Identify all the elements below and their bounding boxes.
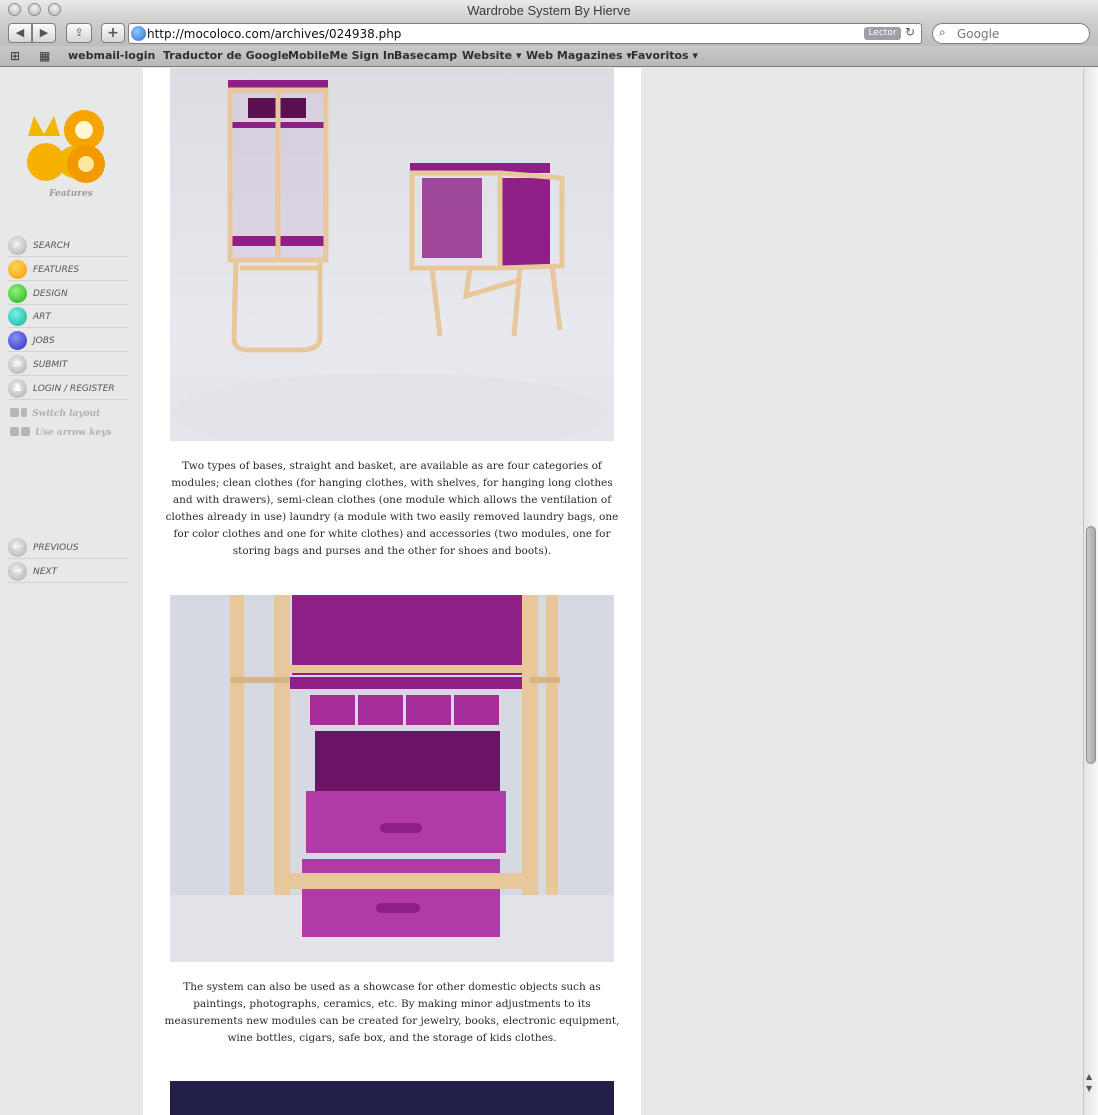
nav-art[interactable]: ART [8,306,128,328]
book-icon[interactable]: ⊞ [10,49,20,63]
scrollbar-thumb[interactable] [1086,526,1096,764]
bookmark-mobileme[interactable]: MobileMe Sign In [288,49,395,62]
logo-caption: Features [49,189,93,199]
nav-submit[interactable]: ≡ SUBMIT [8,354,128,376]
reader-button[interactable]: Lector [864,27,901,40]
features-dot-icon [8,260,27,279]
toolbar: ◀ ▶ ⇪ + http://mocoloco.com/archives/024… [0,21,1098,46]
art-dot-icon [8,307,27,326]
list-icon: ≡ [8,355,27,374]
switch-layout-label: Switch layout [32,409,101,419]
minimize-window-button[interactable] [28,3,41,16]
globe-icon [131,26,146,41]
address-bar[interactable]: http://mocoloco.com/archives/024938.php … [128,23,922,44]
bookmarks-bar: ⊞ ▦ webmail-login Traductor de Google Mo… [0,46,1098,67]
wardrobe-photo-1 [170,68,614,441]
bookmark-favoritos[interactable]: Favoritos ▾ [631,49,698,62]
layout-icon [21,408,27,417]
scroll-down-icon[interactable]: ▼ [1086,1084,1092,1093]
nav-label: SUBMIT [33,360,68,370]
browser-window: Wardrobe System By Hierve ◀ ▶ ⇪ + http:/… [0,0,1098,1115]
nav-label: FEATURES [33,265,80,275]
search-icon: ⌕ [939,25,946,39]
page-scrollbar[interactable]: ▲ ▼ [1083,68,1098,1115]
forward-button[interactable]: ▶ [32,23,56,43]
wardrobe-photo-2 [170,595,614,962]
add-bookmark-button[interactable]: ⇪ [66,23,92,43]
bookmark-website[interactable]: Website ▾ [462,49,521,62]
nav-jobs[interactable]: JOBS [8,330,128,352]
nav-login-register[interactable]: ♟ LOGIN / REGISTER [8,378,128,400]
window-title: Wardrobe System By Hierve [467,3,631,18]
nav-label: SEARCH [33,241,70,251]
close-window-button[interactable] [8,3,21,16]
bookmark-basecamp[interactable]: Basecamp [394,49,457,62]
title-bar: Wardrobe System By Hierve [0,0,1098,21]
jobs-dot-icon [8,331,27,350]
bookmark-webmail-login[interactable]: webmail-login [68,49,155,62]
search-icon: ⌕ [8,236,27,255]
nav-features[interactable]: FEATURES [8,259,128,281]
nav-next[interactable]: → NEXT [8,561,128,583]
reload-icon[interactable]: ↻ [905,25,915,39]
search-field[interactable]: ⌕ [932,23,1090,44]
nav-label: LOGIN / REGISTER [33,384,115,394]
search-input[interactable] [957,25,1085,42]
web-page: Features ⌕ SEARCH FEATURES DESIGN ART JO… [0,68,1083,1115]
back-button[interactable]: ◀ [8,23,32,43]
url-text[interactable]: http://mocoloco.com/archives/024938.php [147,25,401,43]
arrow-left-icon: ← [8,538,27,557]
user-icon: ♟ [8,379,27,398]
layout-icon [10,408,19,417]
nav-design[interactable]: DESIGN [8,283,128,305]
nav-label: NEXT [33,567,58,577]
scroll-up-icon[interactable]: ▲ [1086,1072,1092,1081]
arrow-keys-label: Use arrow keys [35,428,112,438]
arrow-keys-hint: Use arrow keys [10,427,111,438]
article-caption-2: The system can also be used as a showcas… [164,981,620,1044]
article-column: Two types of bases, straight and basket,… [143,68,641,1115]
zoom-window-button[interactable] [48,3,61,16]
wardrobe-photo-3 [170,1081,614,1115]
grid-icon[interactable]: ▦ [39,49,50,63]
bookmark-traductor[interactable]: Traductor de Google [163,49,289,62]
nav-label: JOBS [33,336,55,346]
moco-logo[interactable] [26,106,108,184]
nav-label: PREVIOUS [33,543,79,553]
nav-label: DESIGN [33,289,68,299]
arrow-key-icon [10,427,19,436]
switch-layout-hint[interactable]: Switch layout [10,408,100,419]
arrow-right-icon: → [8,562,27,581]
nav-label: ART [33,312,51,322]
bookmark-web-magazines[interactable]: Web Magazines ▾ [526,49,632,62]
nav-search[interactable]: ⌕ SEARCH [8,235,128,257]
article-caption-1: Two types of bases, straight and basket,… [165,460,619,557]
arrow-key-icon [21,427,30,436]
design-dot-icon [8,284,27,303]
add-tab-button[interactable]: + [101,23,125,43]
nav-previous[interactable]: ← PREVIOUS [8,537,128,559]
